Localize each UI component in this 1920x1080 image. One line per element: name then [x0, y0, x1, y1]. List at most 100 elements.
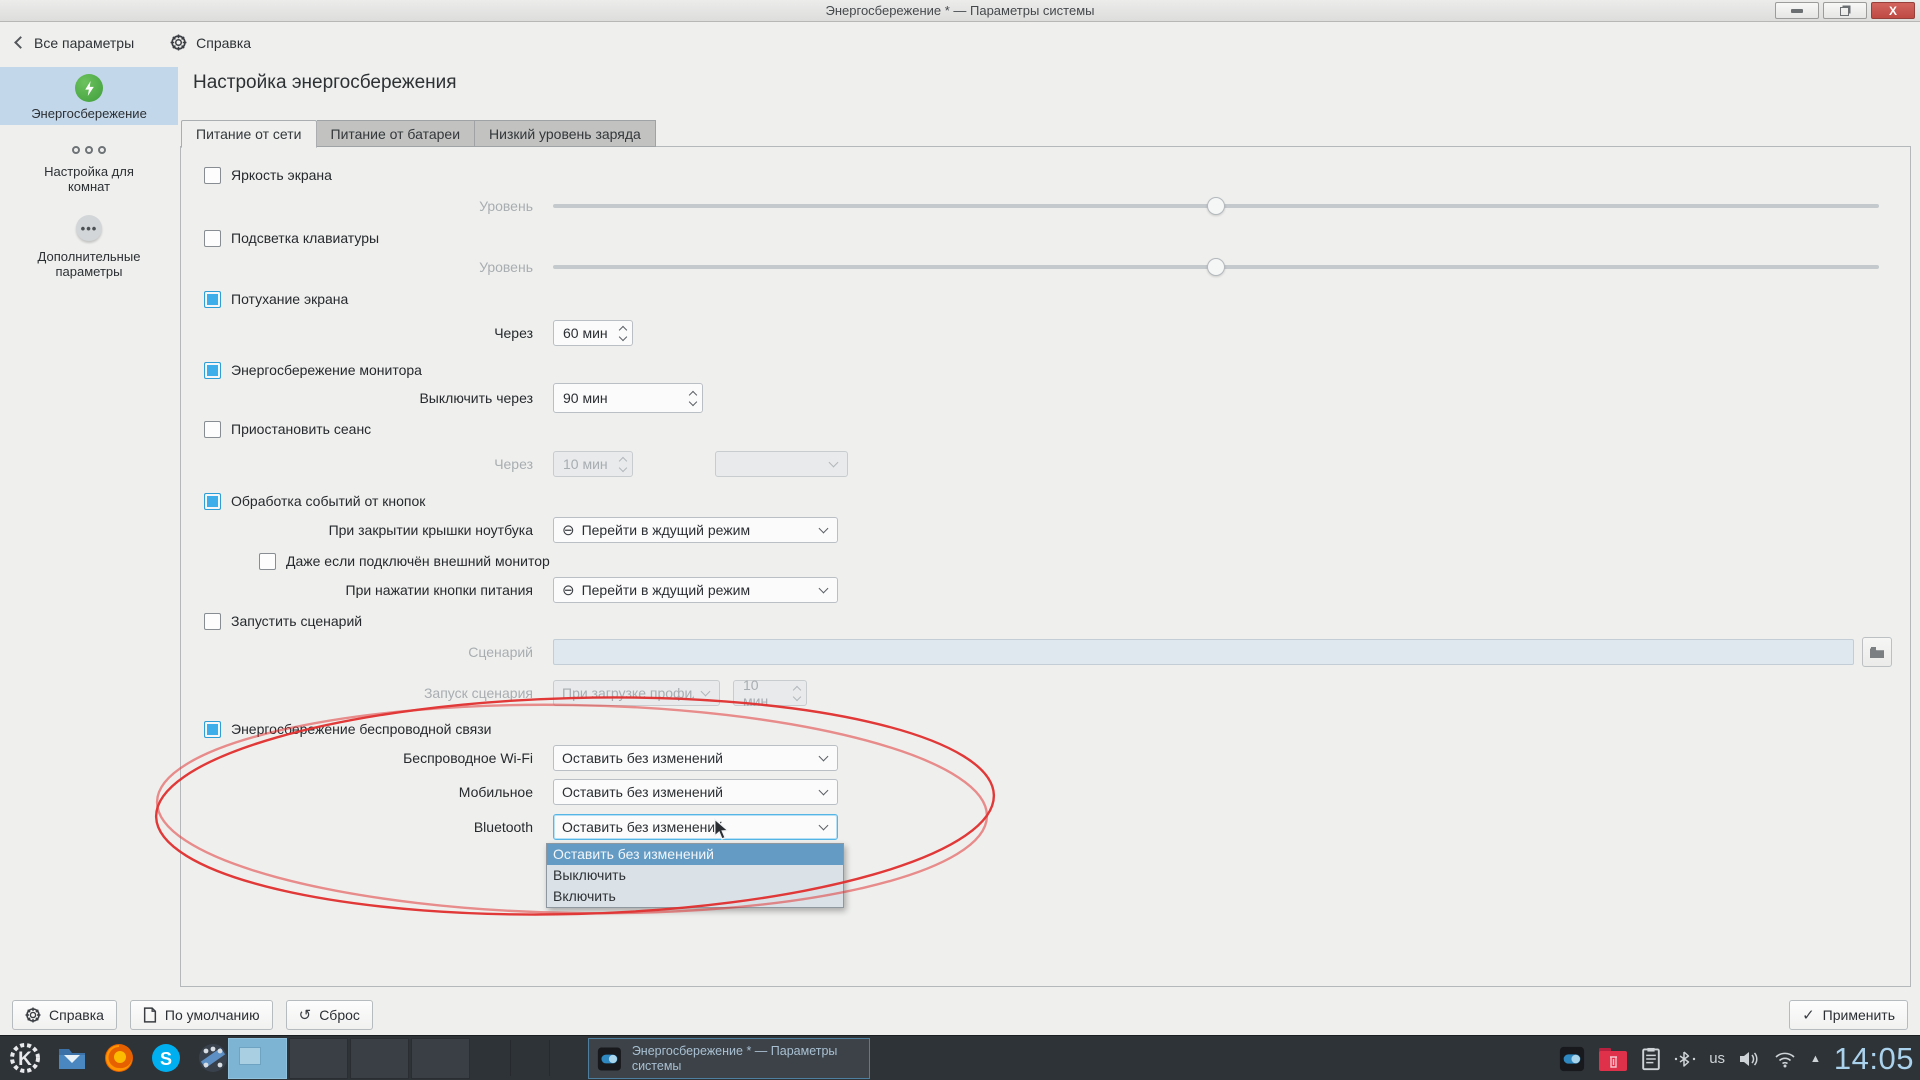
brightness-level-slider[interactable]: [553, 196, 1879, 216]
slider-handle[interactable]: [1207, 258, 1225, 276]
kde-menu-icon[interactable]: K: [8, 1041, 42, 1075]
tab-ac-power[interactable]: Питание от сети: [181, 120, 317, 148]
minimize-button[interactable]: [1775, 2, 1819, 19]
script-when-select: При загрузке профиля: [553, 680, 720, 706]
sidebar-item-label: Настройка для комнат: [0, 164, 178, 194]
monitor-powersave-checkbox[interactable]: [204, 362, 221, 379]
browse-script-button[interactable]: [1862, 637, 1892, 667]
monitor-off-label: Выключить через: [181, 390, 533, 406]
keyboard-level-slider[interactable]: [553, 257, 1879, 277]
reset-label: Сброс: [319, 1007, 360, 1023]
taskbar-window-entry[interactable]: Энергосбережение * — Параметры системы: [588, 1038, 870, 1079]
virtual-desktop-pager: [228, 1038, 470, 1079]
document-icon: [143, 1007, 157, 1023]
run-script-row: Запустить сценарий: [204, 611, 362, 631]
wifi-icon[interactable]: [1773, 1049, 1797, 1069]
system-settings-tray-icon[interactable]: [1559, 1046, 1585, 1072]
spinbox-arrows-icon[interactable]: [620, 327, 626, 340]
keyboard-backlight-checkbox[interactable]: [204, 230, 221, 247]
script-delay-spinbox: 10 мин: [733, 680, 807, 706]
wireless-powersave-row: Энергосбережение беспроводной связи: [204, 719, 491, 739]
close-icon: X: [1889, 4, 1897, 18]
button-events-checkbox[interactable]: [204, 493, 221, 510]
help-footer-button[interactable]: Справка: [12, 1000, 117, 1030]
desktop-4[interactable]: [411, 1038, 470, 1079]
spinbox-value: 90 мин: [563, 390, 608, 406]
all-settings-button[interactable]: Все параметры: [16, 35, 134, 51]
external-monitor-checkbox[interactable]: [259, 553, 276, 570]
close-button[interactable]: X: [1871, 2, 1915, 19]
combo-value: Перейти в ждущий режим: [582, 522, 812, 538]
minimize-icon: [1791, 9, 1803, 13]
page-title: Настройка энергосбережения: [193, 72, 457, 94]
maximize-button[interactable]: [1823, 2, 1867, 19]
video-app-icon[interactable]: [196, 1041, 230, 1075]
titlebar: Энергосбережение * — Параметры системы X: [0, 0, 1920, 22]
button-events-label: Обработка событий от кнопок: [231, 493, 425, 509]
dropdown-option[interactable]: Оставить без изменений: [547, 844, 843, 865]
desktop-2[interactable]: [289, 1038, 348, 1079]
keyboard-layout-indicator[interactable]: us: [1709, 1050, 1725, 1067]
window-title: Энергосбережение * — Параметры системы: [0, 3, 1920, 18]
help-button[interactable]: Справка: [170, 34, 251, 51]
suspend-after-row: Через 10 мин: [181, 451, 1910, 477]
combo-value: Оставить без изменений: [562, 819, 812, 835]
clipboard-icon[interactable]: [1641, 1047, 1661, 1071]
sidebar-item-activities[interactable]: Настройка для комнат: [0, 132, 178, 204]
dropdown-option[interactable]: Выключить: [547, 865, 843, 886]
chevron-down-icon: [819, 821, 829, 831]
combo-value: Оставить без изменений: [562, 750, 812, 766]
spinbox-arrows-icon: [620, 458, 626, 471]
desktop-1[interactable]: [228, 1038, 287, 1079]
energy-saving-icon: [75, 74, 103, 102]
power-button-label: При нажатии кнопки питания: [181, 582, 533, 598]
suspend-icon: ⊖: [562, 581, 575, 599]
reset-button[interactable]: ↺ Сброс: [286, 1000, 373, 1030]
volume-icon[interactable]: [1738, 1049, 1760, 1069]
bluetooth-icon[interactable]: [1674, 1049, 1696, 1069]
firefox-icon[interactable]: [102, 1041, 136, 1075]
slider-handle[interactable]: [1207, 197, 1225, 215]
sidebar-item-advanced[interactable]: ••• Дополнительные параметры: [0, 205, 178, 285]
lid-action-select[interactable]: ⊖ Перейти в ждущий режим: [553, 517, 838, 543]
suspend-action-select: [715, 451, 848, 477]
wireless-powersave-label: Энергосбережение беспроводной связи: [231, 721, 491, 737]
mobile-select[interactable]: Оставить без изменений: [553, 779, 838, 805]
taskbar-entry-title: Энергосбережение * — Параметры системы: [632, 1044, 861, 1074]
tab-low-battery[interactable]: Низкий уровень заряда: [475, 120, 656, 147]
brightness-checkbox[interactable]: [204, 167, 221, 184]
lid-action-label: При закрытии крышки ноутбука: [181, 522, 533, 538]
tray-expander-icon[interactable]: ▲: [1810, 1053, 1821, 1065]
script-path-input[interactable]: [553, 639, 1854, 665]
monitor-powersave-label: Энергосбережение монитора: [231, 362, 422, 378]
dropdown-option[interactable]: Включить: [547, 886, 843, 907]
suspend-session-label: Приостановить сеанс: [231, 421, 371, 437]
dim-screen-checkbox[interactable]: [204, 291, 221, 308]
wireless-powersave-checkbox[interactable]: [204, 721, 221, 738]
combo-value: Перейти в ждущий режим: [582, 582, 812, 598]
wastebin-icon[interactable]: [1598, 1046, 1628, 1072]
defaults-button[interactable]: По умолчанию: [130, 1000, 273, 1030]
run-script-checkbox[interactable]: [204, 613, 221, 630]
wifi-select[interactable]: Оставить без изменений: [553, 745, 838, 771]
skype-icon[interactable]: S: [149, 1041, 183, 1075]
desktop-3[interactable]: [350, 1038, 409, 1079]
run-script-label: Запустить сценарий: [231, 613, 362, 629]
wifi-row: Беспроводное Wi-Fi Оставить без изменени…: [181, 745, 1910, 771]
sidebar-item-energy[interactable]: Энергосбережение: [0, 67, 178, 125]
power-button-select[interactable]: ⊖ Перейти в ждущий режим: [553, 577, 838, 603]
monitor-off-spinbox[interactable]: 90 мин: [553, 383, 703, 413]
clock[interactable]: 14:05: [1834, 1041, 1914, 1077]
monitor-off-row: Выключить через 90 мин: [181, 383, 1910, 413]
bluetooth-select[interactable]: Оставить без изменений: [553, 814, 838, 840]
brightness-label: Яркость экрана: [231, 167, 332, 183]
tab-battery[interactable]: Питание от батареи: [317, 120, 476, 147]
help-label: Справка: [196, 35, 251, 51]
file-manager-icon[interactable]: [55, 1041, 89, 1075]
undo-icon: ↺: [299, 1008, 312, 1023]
keyboard-level-row: Уровень: [181, 254, 1910, 280]
spinbox-arrows-icon[interactable]: [690, 392, 696, 405]
suspend-session-checkbox[interactable]: [204, 421, 221, 438]
dim-after-spinbox[interactable]: 60 мин: [553, 320, 633, 346]
apply-button[interactable]: ✓ Применить: [1789, 1000, 1908, 1030]
